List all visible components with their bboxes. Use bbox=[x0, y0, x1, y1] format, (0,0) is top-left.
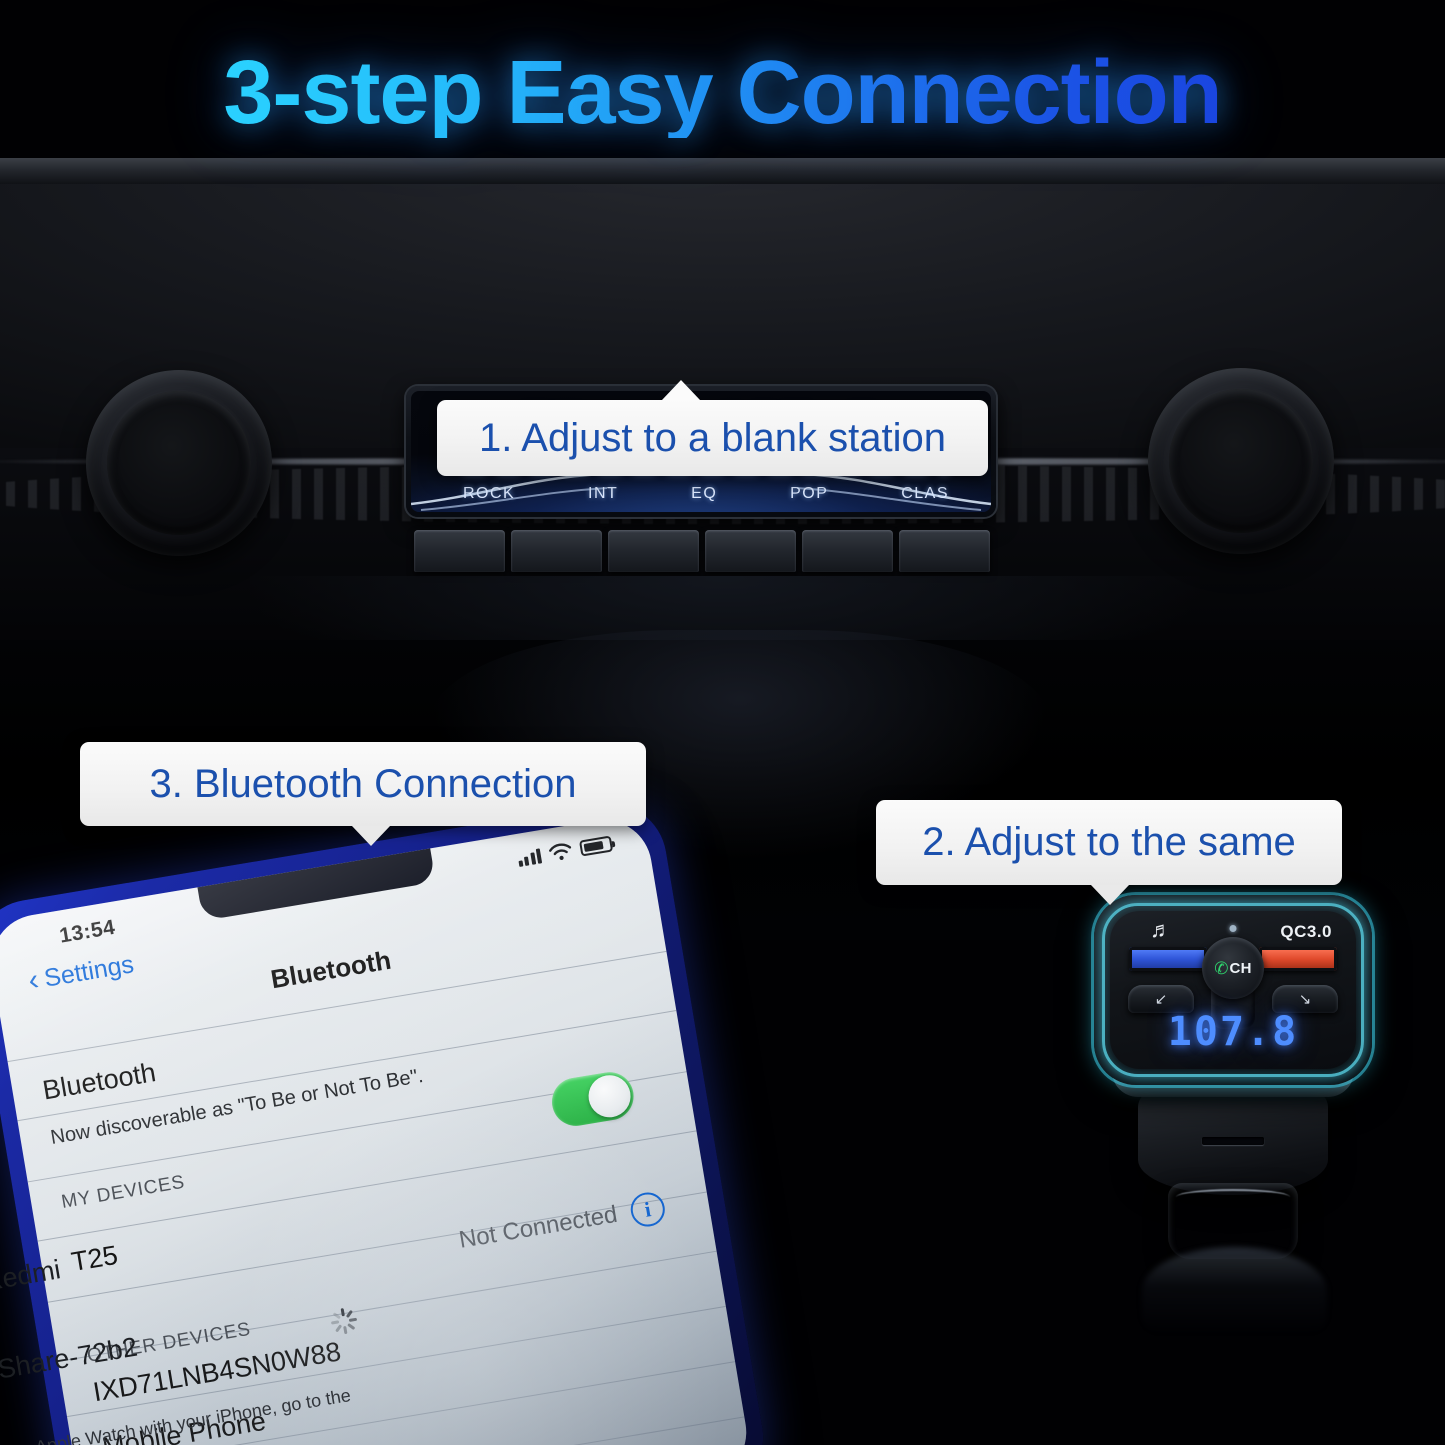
eq-label-pop: POP bbox=[790, 485, 829, 502]
status-bar-time: 13:54 bbox=[57, 915, 117, 948]
fm-transmitter-device[interactable]: ♬ QC3.0 ✆ CH ↙ ↘ 107.8 bbox=[1082, 895, 1392, 1335]
battery-icon bbox=[578, 835, 614, 857]
eq-label-int: INT bbox=[588, 485, 619, 502]
back-button-label: Settings bbox=[42, 949, 136, 993]
toggle-knob bbox=[585, 1072, 634, 1121]
plug-highlight-ring bbox=[1176, 1189, 1290, 1205]
device-body bbox=[1138, 1091, 1328, 1195]
callout-step-3-text: 3. Bluetooth Connection bbox=[149, 761, 577, 806]
eq-label-eq: EQ bbox=[691, 485, 718, 502]
signal-bars-icon bbox=[516, 847, 543, 868]
device-status-t25: Not Connected bbox=[456, 1200, 620, 1254]
usb-port-qc[interactable] bbox=[1259, 947, 1337, 971]
callout-step-1-text: 1. Adjust to a blank station bbox=[479, 415, 946, 460]
usb-port-blue[interactable] bbox=[1129, 947, 1207, 971]
dashboard-air-vent-left[interactable] bbox=[86, 370, 272, 556]
radio-preset-button-row[interactable] bbox=[414, 530, 990, 572]
next-track-icon: ↘ bbox=[1298, 991, 1312, 1008]
knob-label: CH bbox=[1229, 959, 1252, 977]
phone-handset-icon: ✆ bbox=[1214, 958, 1229, 978]
infographic-root: 3-step Easy Connection FM-- 107.8 bbox=[0, 0, 1445, 1445]
callout-step-2: 2. Adjust to the same bbox=[876, 800, 1342, 905]
eq-label-clas: CLAS bbox=[901, 485, 949, 502]
eq-label-rock: ROCK bbox=[463, 485, 516, 502]
status-led-icon bbox=[1229, 925, 1237, 932]
dashboard-air-vent-right[interactable] bbox=[1148, 368, 1334, 554]
callout-tail-down bbox=[1091, 885, 1129, 905]
phone-notch bbox=[197, 846, 436, 921]
callout-step-2-text: 2. Adjust to the same bbox=[922, 820, 1296, 864]
bluetooth-toggle[interactable] bbox=[548, 1068, 638, 1130]
qc-label: QC3.0 bbox=[1280, 922, 1332, 941]
chevron-left-icon: ‹ bbox=[25, 963, 42, 998]
preset-button[interactable] bbox=[608, 530, 699, 572]
tf-card-slot[interactable] bbox=[1202, 1137, 1264, 1145]
info-icon[interactable]: i bbox=[628, 1189, 668, 1230]
device-frequency-display: 107.8 bbox=[1167, 1009, 1299, 1055]
device-reflection bbox=[1142, 1247, 1327, 1335]
wifi-icon bbox=[549, 843, 572, 860]
status-bar-icons bbox=[516, 835, 614, 869]
device-face-inner: ♬ QC3.0 ✆ CH ↙ ↘ 107.8 bbox=[1110, 911, 1356, 1069]
preset-button[interactable] bbox=[414, 530, 505, 572]
callout-step-3: 3. Bluetooth Connection bbox=[80, 742, 646, 846]
knob-cap[interactable]: ✆ CH bbox=[1202, 937, 1264, 999]
dashboard-top-edge bbox=[0, 158, 1445, 184]
device-front-face: ♬ QC3.0 ✆ CH ↙ ↘ 107.8 bbox=[1094, 895, 1372, 1085]
callout-tail-down bbox=[352, 826, 390, 846]
page-title: 3-step Easy Connection bbox=[223, 43, 1222, 143]
title-bar: 3-step Easy Connection bbox=[0, 48, 1445, 138]
preset-button[interactable] bbox=[899, 530, 990, 572]
equalizer-mode-labels: ROCK INT EQ POP CLAS bbox=[463, 485, 949, 503]
music-note-icon: ♬ bbox=[1150, 917, 1172, 942]
preset-button[interactable] bbox=[802, 530, 893, 572]
callout-step-1: 1. Adjust to a blank station bbox=[437, 380, 988, 476]
prev-track-icon: ↙ bbox=[1154, 991, 1168, 1008]
my-devices-header: MY DEVICES bbox=[59, 1171, 187, 1213]
callout-tail-up bbox=[662, 380, 700, 400]
preset-button[interactable] bbox=[511, 530, 602, 572]
preset-button[interactable] bbox=[705, 530, 796, 572]
